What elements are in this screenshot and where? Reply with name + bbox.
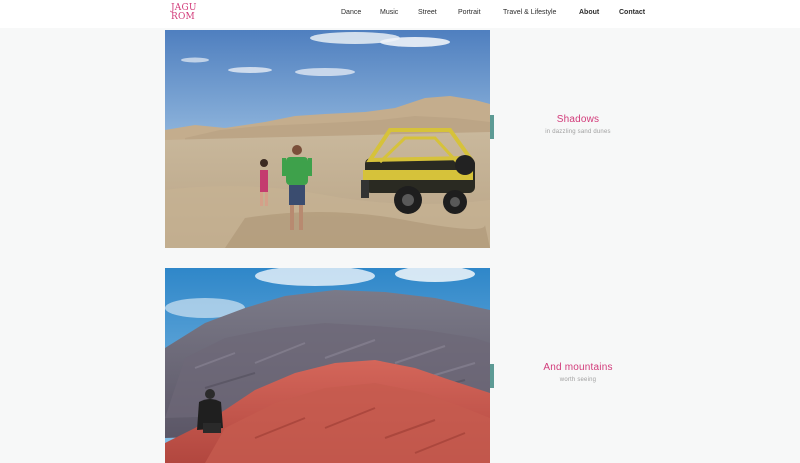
gallery-item-2: And mountains worth seeing <box>165 268 635 463</box>
gallery-accent-tab <box>490 115 494 139</box>
nav-item-street[interactable]: Street <box>418 9 437 16</box>
red-mountain-image <box>165 268 490 463</box>
gallery-caption-2: And mountains worth seeing <box>513 362 643 383</box>
page: JAGU ROM Dance Music Street Portrait Tra… <box>0 0 800 463</box>
red-mountain-photo[interactable] <box>165 268 490 463</box>
nav-item-contact[interactable]: Contact <box>619 9 645 16</box>
gallery-accent-tab <box>490 364 494 388</box>
nav-item-dance[interactable]: Dance <box>341 9 361 16</box>
nav-item-travel-lifestyle[interactable]: Travel & Lifestyle <box>503 9 556 16</box>
gallery-title[interactable]: And mountains <box>513 362 643 373</box>
desert-dunes-photo[interactable] <box>165 30 490 248</box>
site-logo[interactable]: JAGU ROM <box>171 4 197 22</box>
gallery-caption-1: Shadows in dazzling sand dunes <box>513 114 643 135</box>
gallery-subtitle: worth seeing <box>559 377 597 383</box>
nav-item-about[interactable]: About <box>579 9 599 16</box>
gallery-subtitle: in dazzling sand dunes <box>545 129 611 135</box>
nav-item-music[interactable]: Music <box>380 9 398 16</box>
site-header: JAGU ROM Dance Music Street Portrait Tra… <box>0 0 800 28</box>
logo-line-2: ROM <box>171 12 195 22</box>
gallery-title[interactable]: Shadows <box>513 114 643 125</box>
nav-item-portrait[interactable]: Portrait <box>458 9 481 16</box>
desert-dunes-image <box>165 30 490 248</box>
gallery-item-1: Shadows in dazzling sand dunes <box>165 30 635 248</box>
